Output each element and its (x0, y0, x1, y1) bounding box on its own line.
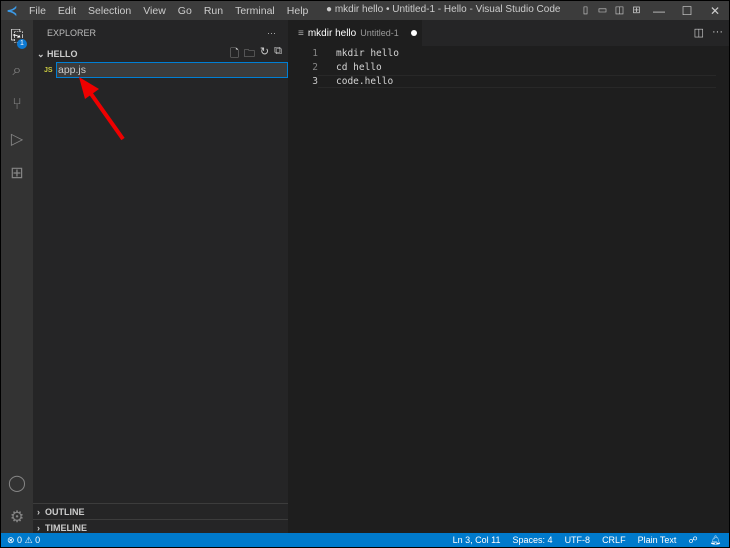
menu-file[interactable]: File (23, 5, 52, 17)
problems-status[interactable]: ⊗ 0 ⚠ 0 (1, 535, 40, 546)
line-text: mkdir hello (336, 47, 399, 59)
folder-label: HELLO (47, 49, 78, 59)
close-button[interactable]: ✕ (701, 4, 729, 18)
tab-subtitle: Untitled-1 (360, 28, 399, 38)
outline-section[interactable]: › OUTLINE (33, 503, 288, 519)
timeline-label: TIMELINE (45, 522, 87, 533)
accounts-icon[interactable]: ◯ (1, 466, 33, 500)
unsaved-dot-icon[interactable] (410, 30, 417, 36)
end-of-line[interactable]: CRLF (602, 535, 626, 545)
new-folder-icon[interactable]: 🗀 (244, 45, 255, 64)
menu-edit[interactable]: Edit (52, 5, 82, 17)
explorer-icon[interactable]: ⎘ 1 (1, 20, 33, 54)
menu-help[interactable]: Help (281, 5, 315, 17)
code-line: 2 cd hello (288, 60, 729, 74)
line-number: 2 (312, 61, 318, 73)
indentation[interactable]: Spaces: 4 (513, 535, 553, 545)
activity-bar: ⎘ 1 ⌕ ⑂ ▷ ⊞ ◯ ⚙ (1, 20, 33, 534)
window-title: ● mkdir hello • Untitled-1 - Hello - Vis… (326, 4, 561, 15)
split-editor-icon[interactable]: ◫ (694, 26, 704, 39)
more-actions-icon[interactable]: ··· (712, 26, 723, 39)
toggle-panel-icon[interactable]: ▭ (594, 5, 611, 16)
title-bar: ≺ File Edit Selection View Go Run Termin… (1, 1, 729, 20)
toggle-secondary-sidebar-icon[interactable]: ◫ (611, 5, 628, 16)
collapse-all-icon[interactable]: ⧉ (274, 45, 282, 64)
explorer-sidebar: EXPLORER ··· ⌄ HELLO 🗋 🗀 ↻ ⧉ JS app.js › OUTL… (33, 20, 288, 534)
customize-layout-icon[interactable]: ⊞ (628, 5, 645, 16)
tab-untitled-1[interactable]: ≡ mkdir hello Untitled-1 (288, 20, 422, 46)
code-line: 1 mkdir hello (288, 46, 729, 60)
toggle-sidebar-icon[interactable]: ▯ (577, 5, 594, 16)
js-file-icon: JS (44, 66, 53, 74)
search-icon[interactable]: ⌕ (1, 54, 33, 88)
line-text: cd hello (336, 61, 382, 73)
language-mode[interactable]: Plain Text (638, 535, 677, 545)
chevron-right-icon: › (37, 522, 45, 533)
refresh-icon[interactable]: ↻ (260, 45, 269, 64)
settings-gear-icon[interactable]: ⚙ (1, 500, 33, 534)
run-debug-icon[interactable]: ▷ (1, 122, 33, 156)
file-row-app-js[interactable]: JS app.js (33, 62, 288, 78)
encoding[interactable]: UTF-8 (565, 535, 591, 545)
line-number: 3 (312, 75, 318, 87)
minimize-button[interactable]: — (645, 4, 673, 18)
line-number: 1 (312, 47, 318, 59)
menu-terminal[interactable]: Terminal (229, 5, 281, 17)
more-actions-icon[interactable]: ··· (267, 28, 276, 38)
menu-go[interactable]: Go (172, 5, 198, 17)
line-text: code.hello (318, 74, 716, 88)
new-file-icon[interactable]: 🗋 (230, 45, 239, 64)
explorer-title: EXPLORER (47, 28, 97, 38)
red-arrow-annotation (79, 77, 125, 141)
cursor-position[interactable]: Ln 3, Col 11 (453, 535, 501, 545)
maximize-button[interactable]: ☐ (673, 4, 701, 18)
tab-bar: ≡ mkdir hello Untitled-1 ◫ ··· (288, 20, 729, 46)
folder-hello[interactable]: ⌄ HELLO 🗋 🗀 ↻ ⧉ (33, 45, 288, 64)
extensions-icon[interactable]: ⊞ (1, 156, 33, 190)
menu-selection[interactable]: Selection (82, 5, 137, 17)
outline-label: OUTLINE (45, 506, 85, 517)
menu-view[interactable]: View (137, 5, 172, 17)
feedback-icon[interactable]: ☍ (688, 535, 697, 546)
menu-run[interactable]: Run (198, 5, 229, 17)
code-line: 3 code.hello (288, 74, 729, 88)
status-bar: ⊗ 0 ⚠ 0 Ln 3, Col 11 Spaces: 4 UTF-8 CRL… (1, 533, 729, 547)
explorer-badge: 1 (17, 39, 27, 49)
editor[interactable]: 1 mkdir hello 2 cd hello 3 code.hello (288, 46, 729, 88)
notifications-bell-icon[interactable]: 🔔︎ (710, 535, 721, 546)
error-count: 0 (17, 534, 23, 545)
chevron-down-icon: ⌄ (37, 48, 48, 59)
warning-count: 0 (35, 534, 41, 545)
text-file-icon: ≡ (298, 27, 304, 39)
source-control-icon[interactable]: ⑂ (1, 88, 33, 122)
tab-title: mkdir hello (307, 27, 357, 39)
vscode-logo-icon: ≺ (6, 2, 18, 18)
chevron-right-icon: › (37, 506, 45, 517)
